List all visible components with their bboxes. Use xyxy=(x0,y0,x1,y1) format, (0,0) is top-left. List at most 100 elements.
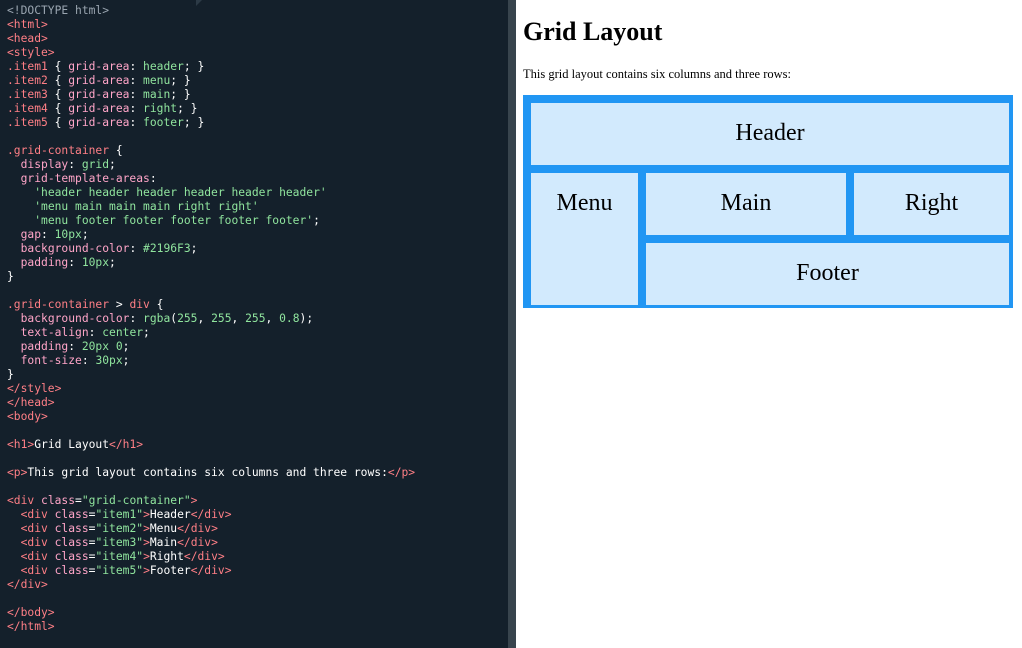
code-token: .grid-container xyxy=(7,298,110,311)
code-token: > xyxy=(143,508,150,521)
code-token: , xyxy=(197,312,212,325)
code-token: "item1" xyxy=(95,508,144,521)
code-token: "item5" xyxy=(95,564,144,577)
code-token: : xyxy=(129,74,144,87)
code-token: : xyxy=(129,88,144,101)
code-token: .item4 xyxy=(7,102,48,115)
code-token: { xyxy=(109,144,123,157)
code-token: </style> xyxy=(7,382,62,395)
code-token: ; xyxy=(190,242,198,255)
code-token: { xyxy=(149,298,164,311)
code-token: <div xyxy=(20,536,55,549)
code-token: Menu xyxy=(149,522,178,535)
code-token: 255 xyxy=(211,312,232,325)
code-token: display xyxy=(20,158,69,171)
code-token: padding xyxy=(20,256,69,269)
code-token: grid-area xyxy=(68,60,130,73)
code-token: class xyxy=(41,494,76,507)
code-token: ; xyxy=(313,214,320,227)
code-token: center xyxy=(102,326,144,339)
code-token: 30px xyxy=(95,354,123,367)
editor-scrollbar[interactable] xyxy=(508,0,516,648)
code-token: > xyxy=(143,536,150,549)
code-token: : xyxy=(129,312,144,325)
grid-item-menu: Menu xyxy=(531,173,638,305)
code-token: padding xyxy=(20,340,69,353)
code-token: ; xyxy=(122,354,130,367)
code-editor[interactable]: <!DOCTYPE html> <html> <head> <style> .i… xyxy=(0,0,508,648)
code-token: { xyxy=(47,74,69,87)
code-token: </div> xyxy=(7,578,48,591)
code-token: .grid-container xyxy=(7,144,110,157)
code-token: </div> xyxy=(177,536,218,549)
code-token: Right xyxy=(149,550,184,563)
code-token: ; } xyxy=(170,74,191,87)
code-token: > xyxy=(190,494,198,507)
code-token: grid-template-areas xyxy=(20,172,150,185)
code-token: : xyxy=(68,256,82,269)
code-token: 255 xyxy=(177,312,198,325)
code-token: Grid Layout xyxy=(34,438,110,451)
grid-container: Header Menu Main Right Footer xyxy=(523,95,1013,308)
code-token: <p> xyxy=(7,466,28,479)
code-token: <div xyxy=(20,522,55,535)
code-token: header xyxy=(143,60,184,73)
code-token: , xyxy=(265,312,280,325)
code-token: <head> xyxy=(7,32,48,45)
code-token: Header xyxy=(149,508,191,521)
grid-item-right: Right xyxy=(854,173,1009,235)
code-token: 'menu footer footer footer footer footer… xyxy=(34,214,314,227)
code-token: </h1> xyxy=(109,438,144,451)
code-token: : xyxy=(149,172,157,185)
code-token: </body> xyxy=(7,606,55,619)
code-token: grid-area xyxy=(68,88,130,101)
code-token: 255 xyxy=(245,312,266,325)
code-token: </div> xyxy=(190,564,232,577)
code-token: 10px xyxy=(81,256,110,269)
code-token: Main xyxy=(149,536,178,549)
code-token: = xyxy=(75,494,82,507)
code-token: ); xyxy=(299,312,314,325)
code-token: </div> xyxy=(190,508,232,521)
result-preview: Grid Layout This grid layout contains si… xyxy=(516,0,1022,648)
code-token: grid-area xyxy=(68,116,130,129)
code-token: { xyxy=(47,60,69,73)
code-token: : xyxy=(88,326,103,339)
code-token: ; } xyxy=(177,102,198,115)
code-token: 0.8 xyxy=(279,312,300,325)
code-token: ; xyxy=(81,228,89,241)
code-token: class xyxy=(54,522,89,535)
code-token: , xyxy=(231,312,246,325)
code-token: { xyxy=(47,102,69,115)
code-token: 10px xyxy=(54,228,82,241)
grid-item-footer: Footer xyxy=(646,243,1009,305)
code-token: </html> xyxy=(7,620,55,633)
code-token: 20px 0 xyxy=(81,340,123,353)
code-token: #2196F3 xyxy=(143,242,191,255)
code-token: <div xyxy=(20,550,55,563)
code-text[interactable]: <!DOCTYPE html> <html> <head> <style> .i… xyxy=(7,4,415,634)
grid-item-header: Header xyxy=(531,103,1009,165)
code-token: class xyxy=(54,508,89,521)
code-token: footer xyxy=(143,116,184,129)
code-token: > xyxy=(143,550,150,563)
code-token: ; xyxy=(122,340,130,353)
code-token: { xyxy=(47,116,69,129)
code-token: } xyxy=(7,270,14,283)
code-token: font-size xyxy=(20,354,82,367)
code-token: <div xyxy=(20,508,55,521)
code-token: <h1> xyxy=(7,438,35,451)
code-token: Footer xyxy=(149,564,191,577)
code-token: grid-area xyxy=(68,74,130,87)
code-token: : xyxy=(129,242,144,255)
